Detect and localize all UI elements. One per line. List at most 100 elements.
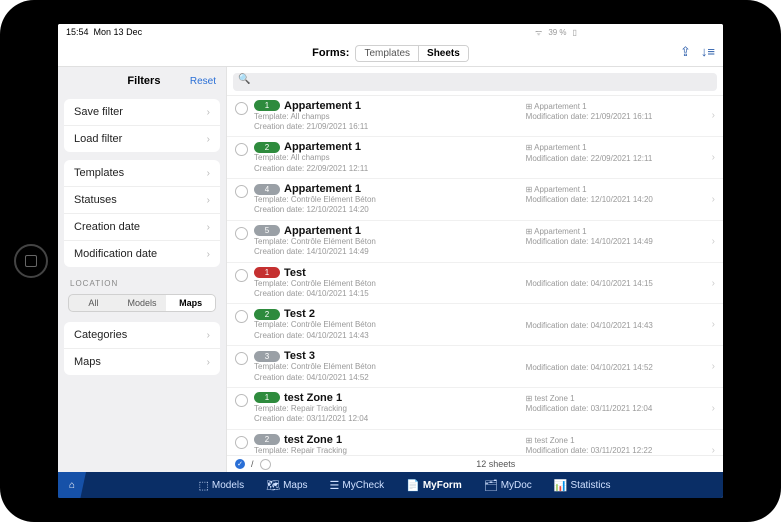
sheet-template: Template: Contrôle Elément Béton bbox=[254, 362, 526, 372]
sheet-created: Creation date: 04/10/2021 14:52 bbox=[254, 373, 526, 383]
chevron-right-icon: › bbox=[712, 403, 715, 414]
header-bar: Forms: Templates Sheets ⇪ ↓≡ bbox=[58, 40, 723, 67]
select-all-icon[interactable]: ✓ bbox=[235, 459, 245, 469]
row-select-radio[interactable] bbox=[235, 102, 248, 115]
sheet-row[interactable]: 1 TestTemplate: Contrôle Elément BétonCre… bbox=[227, 263, 723, 305]
row-select-radio[interactable] bbox=[235, 269, 248, 282]
wifi-icon: ᯤ bbox=[535, 28, 542, 38]
nav-tab-mydoc[interactable]: 🗂MyDoc bbox=[480, 477, 536, 494]
status-badge: 3 bbox=[254, 351, 280, 362]
share-icon[interactable]: ⇪ bbox=[680, 44, 691, 60]
chevron-right-icon: › bbox=[712, 236, 715, 247]
sheet-row[interactable]: 2test Zone 1Template: Repair TrackingCre… bbox=[227, 430, 723, 455]
sheets-list[interactable]: 1Appartement 1Template: All champsCreati… bbox=[227, 96, 723, 456]
status-battery: 39 % bbox=[548, 28, 566, 38]
statistics-icon: 📊 bbox=[554, 479, 568, 492]
filter-row-maps[interactable]: Maps› bbox=[64, 349, 220, 375]
sheet-modified: Modification date: 03/11/2021 12:22 bbox=[526, 446, 706, 455]
sheet-modified: Modification date: 04/10/2021 14:15 bbox=[526, 279, 706, 289]
row-select-radio[interactable] bbox=[235, 352, 248, 365]
sheet-title: Test 2 bbox=[284, 308, 315, 320]
status-time: 15:54 bbox=[66, 27, 89, 37]
status-badge: 1 bbox=[254, 267, 280, 278]
filter-row-creation-date[interactable]: Creation date› bbox=[64, 214, 220, 241]
loc-seg-models[interactable]: Models bbox=[118, 295, 167, 311]
chevron-right-icon: › bbox=[207, 330, 210, 341]
sheet-title: Appartement 1 bbox=[284, 141, 361, 153]
filter-row-modification-date[interactable]: Modification date› bbox=[64, 241, 220, 267]
chevron-right-icon: › bbox=[712, 319, 715, 330]
forms-segmented-control[interactable]: Templates Sheets bbox=[355, 45, 468, 62]
status-badge: 5 bbox=[254, 225, 280, 236]
nav-tab-mycheck[interactable]: ☰MyCheck bbox=[326, 477, 389, 494]
nav-tab-models[interactable]: ⬚Models bbox=[194, 477, 248, 494]
header-title: Forms: bbox=[312, 47, 349, 59]
sheet-modified: Modification date: 04/10/2021 14:43 bbox=[526, 321, 706, 331]
sheet-created: Creation date: 22/09/2021 12:11 bbox=[254, 164, 526, 174]
chevron-right-icon: › bbox=[712, 152, 715, 163]
chevron-right-icon: › bbox=[207, 107, 210, 118]
chevron-right-icon: › bbox=[207, 357, 210, 368]
sheet-modified: Modification date: 22/09/2021 12:11 bbox=[526, 154, 706, 164]
loc-seg-all[interactable]: All bbox=[69, 295, 118, 311]
row-select-radio[interactable] bbox=[235, 310, 248, 323]
sheet-modified: Modification date: 12/10/2021 14:20 bbox=[526, 195, 706, 205]
status-badge: 1 bbox=[254, 392, 280, 403]
status-bar: 15:54 Mon 13 Dec ᯤ 39 % ▯ bbox=[58, 24, 723, 40]
sheet-row[interactable]: 2 Appartement 1Template: All champsCreati… bbox=[227, 137, 723, 179]
sheet-row[interactable]: 2Test 2Template: Contrôle Elément BétonC… bbox=[227, 304, 723, 346]
filter-row-templates[interactable]: Templates› bbox=[64, 160, 220, 187]
sheet-row[interactable]: 4Appartement 1Template: Contrôle Elément… bbox=[227, 179, 723, 221]
row-select-radio[interactable] bbox=[235, 143, 248, 156]
mydoc-icon: 🗂 bbox=[484, 479, 498, 492]
chevron-right-icon: › bbox=[712, 445, 715, 455]
nav-tab-statistics[interactable]: 📊Statistics bbox=[550, 477, 615, 494]
reset-button[interactable]: Reset bbox=[190, 76, 216, 87]
sort-icon[interactable]: ↓≡ bbox=[701, 44, 715, 60]
sheet-modified: Modification date: 21/09/2021 16:11 bbox=[526, 112, 706, 122]
sheet-template: Template: Repair Tracking bbox=[254, 404, 526, 414]
row-select-radio[interactable] bbox=[235, 185, 248, 198]
sheet-row[interactable]: 1Appartement 1Template: All champsCreati… bbox=[227, 96, 723, 138]
sheet-template: Template: Contrôle Elément Béton bbox=[254, 320, 526, 330]
location-section-label: LOCATION bbox=[58, 271, 226, 290]
chevron-right-icon: › bbox=[207, 168, 210, 179]
row-select-radio[interactable] bbox=[235, 436, 248, 449]
sheet-created: Creation date: 14/10/2021 14:49 bbox=[254, 247, 526, 257]
status-badge: 1 bbox=[254, 100, 280, 111]
sheet-row[interactable]: 5Appartement 1Template: Contrôle Elément… bbox=[227, 221, 723, 263]
seg-sheets[interactable]: Sheets bbox=[418, 46, 468, 61]
sheet-template: Template: All champs bbox=[254, 153, 526, 163]
filter-row-categories[interactable]: Categories› bbox=[64, 322, 220, 349]
sheet-title: Appartement 1 bbox=[284, 183, 361, 195]
nav-tab-maps[interactable]: 🗺Maps bbox=[262, 477, 311, 494]
nav-tab-myform[interactable]: 📄MyForm bbox=[402, 477, 466, 494]
sheet-row[interactable]: 3Test 3Template: Contrôle Elément BétonC… bbox=[227, 346, 723, 388]
sheet-template: Template: Contrôle Elément Béton bbox=[254, 279, 526, 289]
sheet-modified: Modification date: 03/11/2021 12:04 bbox=[526, 404, 706, 414]
home-tab[interactable]: ⌂ bbox=[58, 472, 86, 498]
filter-row-statuses[interactable]: Statuses› bbox=[64, 187, 220, 214]
chevron-right-icon: › bbox=[712, 194, 715, 205]
seg-templates[interactable]: Templates bbox=[356, 46, 418, 61]
sheet-template: Template: Contrôle Elément Béton bbox=[254, 195, 526, 205]
sheet-row[interactable]: 1test Zone 1Template: Repair TrackingCre… bbox=[227, 388, 723, 430]
filter-row-load-filter[interactable]: Load filter› bbox=[64, 126, 220, 152]
row-select-radio[interactable] bbox=[235, 394, 248, 407]
sheet-template: Template: Contrôle Elément Béton bbox=[254, 237, 526, 247]
chevron-right-icon: › bbox=[207, 134, 210, 145]
chevron-right-icon: › bbox=[712, 278, 715, 289]
deselect-all-icon[interactable] bbox=[260, 459, 271, 470]
loc-seg-maps[interactable]: Maps bbox=[166, 295, 215, 311]
filter-row-save-filter[interactable]: Save filter› bbox=[64, 99, 220, 126]
filters-sidebar: Filters Reset Save filter›Load filter› T… bbox=[58, 67, 227, 472]
search-input[interactable] bbox=[233, 73, 717, 91]
sheet-template: Template: All champs bbox=[254, 112, 526, 122]
status-badge: 2 bbox=[254, 142, 280, 153]
row-select-radio[interactable] bbox=[235, 227, 248, 240]
sheet-created: Creation date: 04/10/2021 14:15 bbox=[254, 289, 526, 299]
location-segmented-control[interactable]: All Models Maps bbox=[68, 294, 216, 312]
chevron-right-icon: › bbox=[207, 249, 210, 260]
sheet-title: Test bbox=[284, 267, 306, 279]
device-home-button[interactable] bbox=[14, 244, 48, 278]
